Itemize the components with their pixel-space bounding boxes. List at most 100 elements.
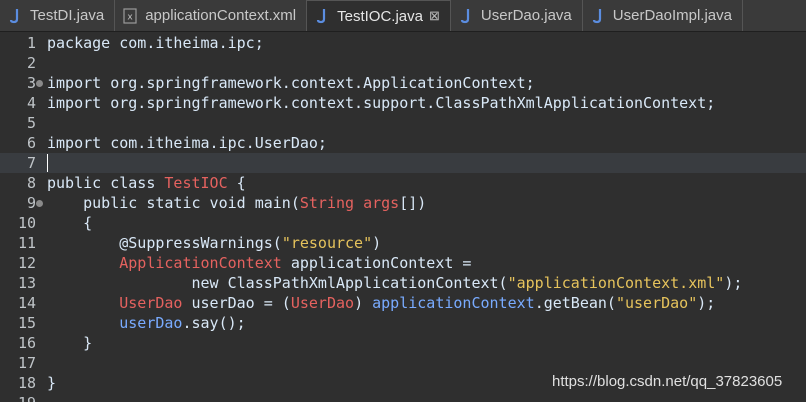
code-text: { (47, 213, 92, 233)
code-token: ) (354, 294, 373, 312)
code-text (47, 153, 48, 173)
line-number: 9 (26, 194, 36, 212)
line-number: 11 (17, 234, 36, 252)
code-token: ); (724, 274, 743, 292)
code-token: applicationContext (372, 294, 535, 312)
code-text: public static void main(String args[]) (47, 193, 426, 213)
code-line[interactable]: 16 } (0, 333, 806, 353)
fold-toggle-icon[interactable] (36, 80, 43, 87)
java-file-icon (8, 8, 22, 24)
line-number: 18 (17, 374, 36, 392)
code-text: import org.springframework.context.suppo… (47, 93, 715, 113)
code-token: } (47, 334, 93, 352)
watermark-text: https://blog.csdn.net/qq_37823605 (552, 373, 783, 390)
code-text: import com.itheima.ipc.UserDao; (47, 133, 327, 153)
line-number: 13 (17, 274, 36, 292)
tab-label: TestIOC.java (337, 7, 423, 25)
editor-tab-bar: TestDI.java x applicationContext.xml TestIO… (0, 0, 806, 32)
line-number: 5 (26, 114, 36, 132)
code-line[interactable]: 2 (0, 53, 806, 73)
code-text: UserDao userDao = (UserDao) applicationC… (47, 293, 715, 313)
tab-applicationcontext-xml[interactable]: x applicationContext.xml (115, 0, 308, 31)
code-token: public class (47, 174, 165, 192)
code-token: { (47, 214, 93, 232)
code-token: public static void main( (47, 194, 300, 212)
line-number: 16 (17, 334, 36, 352)
code-line[interactable]: 10 { (0, 213, 806, 233)
code-token: []) (399, 194, 427, 212)
code-text: package com.itheima.ipc; (47, 33, 264, 53)
code-line[interactable]: 9 public static void main(String args[]) (0, 193, 806, 213)
code-token: ); (697, 294, 716, 312)
line-number: 17 (17, 354, 36, 372)
tab-userdaoimpl-java[interactable]: UserDaoImpl.java (583, 0, 743, 31)
code-token: "userDao" (615, 294, 698, 312)
line-number: 14 (17, 294, 36, 312)
fold-toggle-icon[interactable] (36, 200, 43, 207)
line-number: 6 (26, 134, 36, 152)
code-line[interactable]: 14 UserDao userDao = (UserDao) applicati… (0, 293, 806, 313)
tab-label: TestDI.java (30, 7, 105, 24)
code-text: ApplicationContext applicationContext = (47, 253, 471, 273)
code-token: { (227, 174, 246, 192)
code-text: } (47, 373, 56, 393)
close-tab-icon[interactable]: ⊠ (429, 8, 440, 24)
code-token: UserDao (119, 294, 183, 312)
code-line[interactable]: 1 package com.itheima.ipc; (0, 33, 806, 53)
code-line[interactable]: 8 public class TestIOC { (0, 173, 806, 193)
code-line[interactable]: 17 (0, 353, 806, 373)
code-text: import org.springframework.context.Appli… (47, 73, 535, 93)
code-line[interactable]: 12 ApplicationContext applicationContext… (0, 253, 806, 273)
code-token: userDao (119, 314, 183, 332)
code-token: userDao = ( (182, 294, 291, 312)
java-file-icon (591, 8, 605, 24)
line-number: 4 (26, 94, 36, 112)
code-line[interactable]: 5 (0, 113, 806, 133)
code-line[interactable]: 13 new ClassPathXmlApplicationContext("a… (0, 273, 806, 293)
tab-testioc-java[interactable]: TestIOC.java ⊠ (307, 0, 451, 31)
line-number: 10 (17, 214, 36, 232)
code-line[interactable]: 19 (0, 393, 806, 402)
code-line[interactable]: 6 import com.itheima.ipc.UserDao; (0, 133, 806, 153)
line-number: 3 (26, 74, 36, 92)
code-editor[interactable]: 1 package com.itheima.ipc; 2 3 import org.sp… (0, 33, 806, 402)
line-number: 19 (0, 393, 36, 402)
code-text: userDao.say(); (47, 313, 246, 333)
tab-label: applicationContext.xml (145, 7, 297, 24)
code-line[interactable]: 7 (0, 153, 806, 173)
java-file-icon (459, 8, 473, 24)
code-token: import org.springframework.context.suppo… (47, 94, 716, 112)
java-file-icon (315, 8, 329, 24)
tab-testdi-java[interactable]: TestDI.java (0, 0, 116, 31)
code-token: UserDao (290, 294, 355, 312)
line-number: 2 (26, 54, 36, 72)
code-token: applicationContext = (281, 254, 472, 272)
code-token: new ClassPathXmlApplicationContext( (47, 274, 508, 292)
code-token: ) (372, 234, 382, 252)
tab-label: UserDao.java (480, 7, 572, 24)
tab-userdao-java[interactable]: UserDao.java (451, 0, 583, 31)
code-token: import org.springframework.context.Appli… (47, 74, 535, 92)
code-token: @SuppressWarnings( (47, 234, 282, 252)
line-number: 7 (26, 154, 36, 172)
code-token: .say(); (182, 314, 246, 332)
code-text: public class TestIOC { (47, 173, 246, 193)
code-token: String (299, 194, 355, 212)
code-token: args (363, 194, 400, 212)
text-caret (47, 154, 48, 172)
line-number: 1 (26, 34, 36, 52)
code-token: } (47, 374, 57, 392)
line-number: 15 (17, 314, 36, 332)
line-number: 12 (17, 254, 36, 272)
code-line[interactable]: 11 @SuppressWarnings("resource") (0, 233, 806, 253)
code-token: .getBean( (534, 294, 616, 312)
line-number: 8 (26, 174, 36, 192)
code-line[interactable]: 4 import org.springframework.context.supp… (0, 93, 806, 113)
code-line[interactable]: 3 import org.springframework.context.Appl… (0, 73, 806, 93)
code-token: package com.itheima.ipc; (47, 34, 264, 52)
xml-file-icon: x (123, 7, 137, 24)
code-line[interactable]: 15 userDao.say(); (0, 313, 806, 333)
